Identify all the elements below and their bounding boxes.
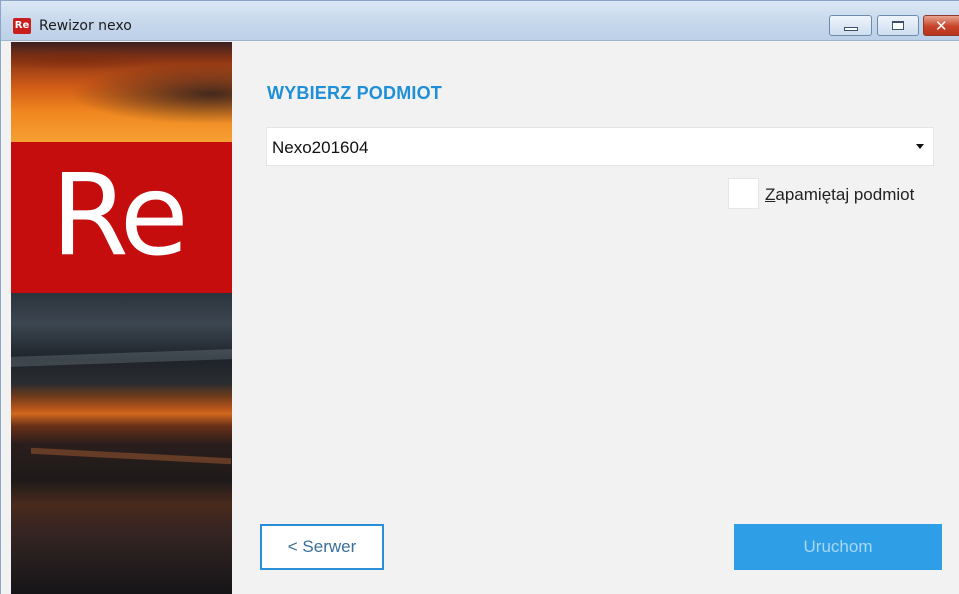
- close-icon: ✕: [935, 17, 948, 35]
- remember-entity-checkbox[interactable]: [728, 178, 759, 209]
- minimize-icon: [844, 27, 858, 31]
- app-logo-icon[interactable]: Re: [13, 18, 31, 34]
- dropdown-arrow-icon[interactable]: [916, 144, 924, 149]
- app-window: Re Rewizor nexo ✕ Re WYBIERZ PODMIOT Nex…: [0, 0, 959, 594]
- close-button[interactable]: ✕: [923, 15, 959, 36]
- maximize-icon: [892, 21, 904, 30]
- label-mnemonic: Z: [765, 185, 776, 204]
- maximize-button[interactable]: [877, 15, 919, 36]
- wave-decoration: [31, 447, 231, 465]
- title-bar[interactable]: Re Rewizor nexo ✕: [1, 1, 959, 41]
- sidebar-banner: Re: [11, 42, 232, 594]
- remember-entity-label[interactable]: Zapamiętaj podmiot: [765, 185, 914, 205]
- entity-select-value: Nexo201604: [272, 138, 369, 157]
- window-title: Rewizor nexo: [39, 18, 132, 34]
- back-to-server-button[interactable]: < Serwer: [260, 524, 384, 570]
- page-title: WYBIERZ PODMIOT: [267, 83, 442, 103]
- minimize-button[interactable]: [829, 15, 872, 36]
- wave-decoration: [11, 349, 232, 367]
- entity-select[interactable]: Nexo201604: [266, 127, 934, 166]
- run-button[interactable]: Uruchom: [734, 524, 942, 570]
- label-text: apamiętaj podmiot: [775, 185, 915, 204]
- sea-image: [11, 293, 232, 594]
- sunset-sky-image: [11, 42, 232, 142]
- brand-logo-text: Re: [51, 151, 189, 281]
- brand-logo: Re: [11, 142, 232, 293]
